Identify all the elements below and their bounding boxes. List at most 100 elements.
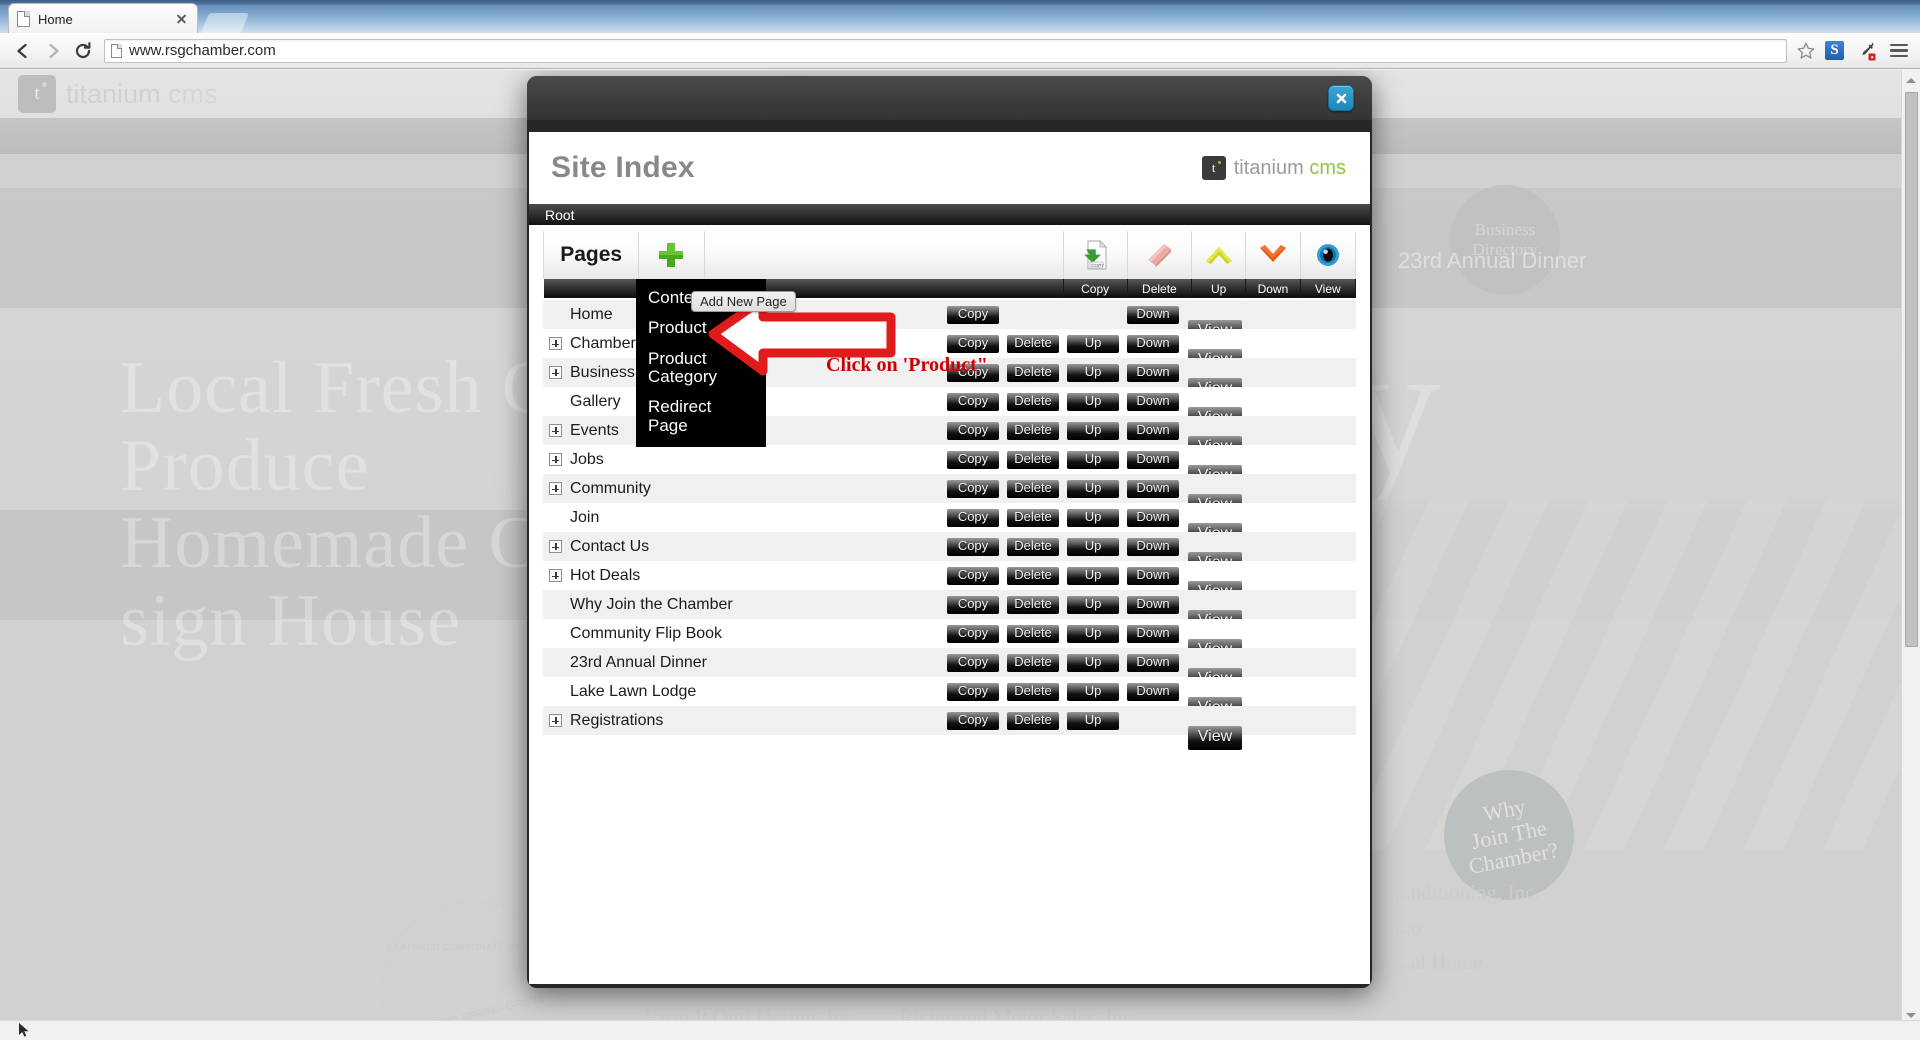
view-button[interactable] [1300, 231, 1357, 279]
move-up-row-button[interactable]: Up [1067, 450, 1119, 469]
forward-arrow-icon[interactable] [38, 37, 68, 65]
delete-row-button[interactable]: Delete [1007, 682, 1059, 701]
expand-node-icon[interactable] [549, 482, 562, 495]
move-up-row-button[interactable]: Up [1067, 682, 1119, 701]
move-down-row-button[interactable]: Down [1127, 334, 1179, 353]
move-down-row-button[interactable]: Down [1127, 537, 1179, 556]
move-down-row-button[interactable]: Down [1127, 653, 1179, 672]
delete-button[interactable] [1127, 231, 1193, 279]
move-up-row-button[interactable]: Up [1067, 392, 1119, 411]
copy-row-button[interactable]: Copy [947, 595, 999, 614]
move-down-row-button[interactable]: Down [1127, 363, 1179, 382]
copy-row-button[interactable]: Copy [947, 334, 999, 353]
delete-row-button[interactable]: Delete [1007, 363, 1059, 382]
copy-row-button[interactable]: Copy [947, 624, 999, 643]
move-down-row-button[interactable]: Down [1127, 595, 1179, 614]
expand-node-icon[interactable] [549, 366, 562, 379]
move-up-row-button[interactable]: Up [1067, 595, 1119, 614]
expand-node-icon[interactable] [549, 453, 562, 466]
table-row[interactable]: Contact UsCopyDeleteUpDownView [543, 532, 1356, 576]
table-row[interactable]: Community Flip BookCopyDeleteUpDownView [543, 619, 1356, 663]
page-scrollbar[interactable] [1901, 70, 1920, 1040]
expand-node-icon[interactable] [549, 337, 562, 350]
table-row[interactable]: 23rd Annual DinnerCopyDeleteUpDownView [543, 648, 1356, 692]
move-up-row-button[interactable]: Up [1067, 711, 1119, 730]
move-down-row-button[interactable]: Down [1127, 566, 1179, 585]
scroll-up-arrow-icon[interactable] [1906, 78, 1916, 83]
copy-row-button[interactable]: Copy [947, 653, 999, 672]
copy-row-button[interactable]: Copy [947, 682, 999, 701]
delete-row-button[interactable]: Delete [1007, 334, 1059, 353]
copy-button[interactable]: COPY [1063, 231, 1128, 279]
move-down-row-button[interactable]: Down [1127, 450, 1179, 469]
delete-row-button[interactable]: Delete [1007, 566, 1059, 585]
copy-row-button[interactable]: Copy [947, 305, 999, 324]
browser-tab[interactable]: Home [8, 3, 198, 34]
delete-row-button[interactable]: Delete [1007, 624, 1059, 643]
scroll-down-arrow-icon[interactable] [1906, 1013, 1916, 1018]
copy-row-button[interactable]: Copy [947, 479, 999, 498]
move-up-row-button[interactable]: Up [1067, 508, 1119, 527]
delete-row-button[interactable]: Delete [1007, 392, 1059, 411]
move-up-row-button[interactable]: Up [1067, 363, 1119, 382]
reload-icon[interactable] [68, 37, 98, 65]
hamburger-menu-icon[interactable] [1890, 40, 1908, 62]
move-down-row-button[interactable]: Down [1127, 479, 1179, 498]
back-arrow-icon[interactable] [8, 37, 38, 65]
move-up-row-button[interactable]: Up [1067, 421, 1119, 440]
delete-row-button[interactable]: Delete [1007, 479, 1059, 498]
eyedropper-icon[interactable] [1856, 40, 1878, 62]
table-row[interactable]: Why Join the ChamberCopyDeleteUpDownView [543, 590, 1356, 634]
delete-row-button[interactable]: Delete [1007, 537, 1059, 556]
close-icon[interactable] [1328, 85, 1354, 111]
table-row[interactable]: Hot DealsCopyDeleteUpDownView [543, 561, 1356, 605]
close-tab-icon[interactable] [173, 11, 189, 27]
delete-row-button[interactable]: Delete [1007, 508, 1059, 527]
star-icon[interactable] [1795, 40, 1817, 62]
scrollbar-thumb[interactable] [1905, 92, 1918, 647]
table-row[interactable]: JobsCopyDeleteUpDownView [543, 445, 1356, 489]
dropdown-item-redirect-page[interactable]: Redirect Page [636, 392, 766, 441]
new-tab-button[interactable] [200, 13, 250, 33]
up-button[interactable] [1191, 231, 1247, 279]
delete-row-button[interactable]: Delete [1007, 421, 1059, 440]
move-up-row-button[interactable]: Up [1067, 334, 1119, 353]
expand-node-icon[interactable] [549, 540, 562, 553]
chevron-down-icon [1259, 245, 1286, 262]
table-row[interactable]: CommunityCopyDeleteUpDownView [543, 474, 1356, 518]
copy-row-button[interactable]: Copy [947, 508, 999, 527]
move-down-row-button[interactable]: Down [1127, 392, 1179, 411]
copy-row-button[interactable]: Copy [947, 711, 999, 730]
move-up-row-button-cell: Up [1063, 421, 1123, 440]
view-row-button[interactable]: View [1188, 725, 1242, 750]
move-down-row-button[interactable]: Down [1127, 624, 1179, 643]
move-down-row-button[interactable]: Down [1127, 682, 1179, 701]
move-up-row-button[interactable]: Up [1067, 624, 1119, 643]
delete-row-button[interactable]: Delete [1007, 653, 1059, 672]
address-bar[interactable]: www.rsgchamber.com [104, 38, 1787, 63]
table-row[interactable]: Registrations Copy Delete Up View [543, 706, 1356, 750]
expand-node-icon[interactable] [549, 714, 562, 727]
down-button[interactable] [1245, 231, 1301, 279]
move-up-row-button[interactable]: Up [1067, 479, 1119, 498]
copy-row-button[interactable]: Copy [947, 392, 999, 411]
delete-row-button[interactable]: Delete [1007, 450, 1059, 469]
expand-node-icon[interactable] [549, 424, 562, 437]
move-down-row-button[interactable]: Down [1127, 421, 1179, 440]
add-button[interactable] [638, 231, 705, 279]
copy-row-button[interactable]: Copy [947, 421, 999, 440]
move-up-row-button[interactable]: Up [1067, 537, 1119, 556]
copy-row-button[interactable]: Copy [947, 450, 999, 469]
move-down-row-button[interactable]: Down [1127, 508, 1179, 527]
copy-row-button[interactable]: Copy [947, 537, 999, 556]
delete-row-button[interactable]: Delete [1007, 711, 1059, 730]
move-up-row-button[interactable]: Up [1067, 653, 1119, 672]
move-up-row-button[interactable]: Up [1067, 566, 1119, 585]
copy-row-button[interactable]: Copy [947, 566, 999, 585]
move-down-row-button[interactable]: Down [1127, 305, 1179, 324]
table-row[interactable]: Lake Lawn LodgeCopyDeleteUpDownView [543, 677, 1356, 721]
delete-row-button[interactable]: Delete [1007, 595, 1059, 614]
extension-s-icon[interactable]: S [1825, 41, 1844, 60]
table-row[interactable]: JoinCopyDeleteUpDownView [543, 503, 1356, 547]
expand-node-icon[interactable] [549, 569, 562, 582]
